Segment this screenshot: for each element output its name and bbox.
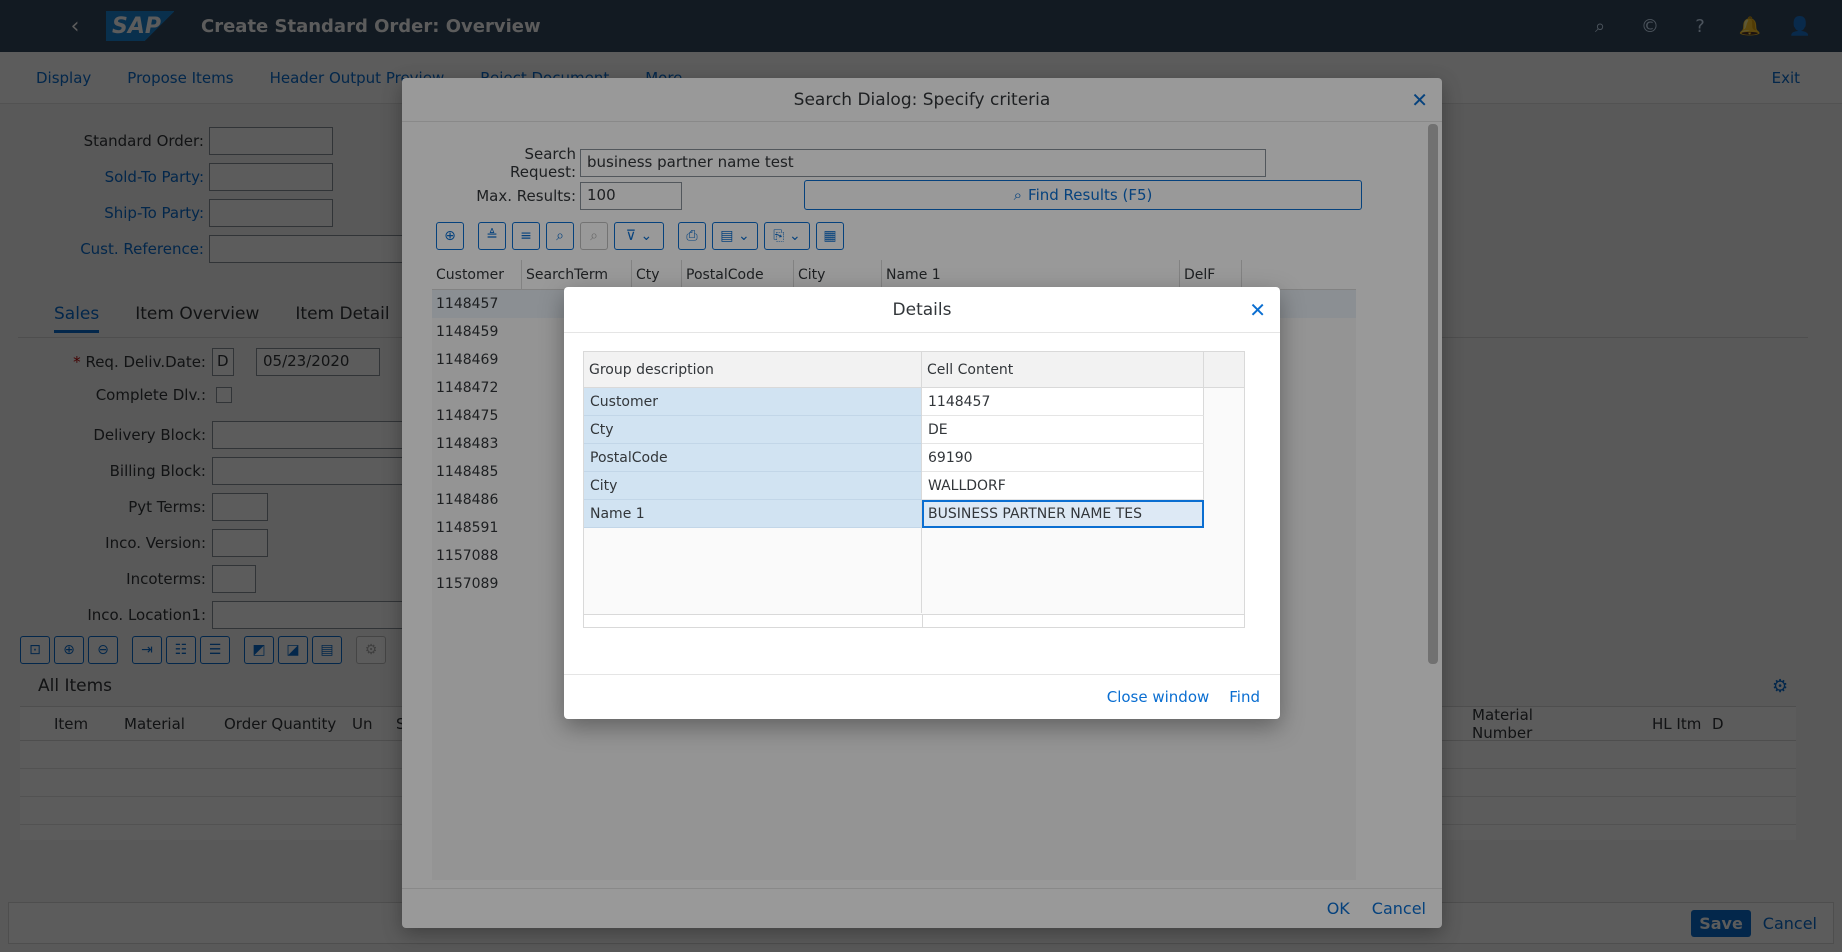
details-table: Group description Cell Content Customer … [583, 351, 1245, 628]
col-group-description[interactable]: Group description [584, 352, 922, 387]
details-dialog-title: Details [892, 299, 952, 320]
details-dialog: Details ✕ Group description Cell Content… [564, 287, 1280, 719]
table-row[interactable]: City WALLDORF [584, 472, 1244, 500]
table-row[interactable]: Cty DE [584, 416, 1244, 444]
col-cell-content[interactable]: Cell Content [922, 352, 1204, 387]
table-row[interactable]: Customer 1148457 [584, 388, 1244, 416]
find-button[interactable]: Find [1229, 688, 1260, 706]
table-row[interactable]: Name 1 BUSINESS PARTNER NAME TES [584, 500, 1244, 528]
close-icon[interactable]: ✕ [1249, 298, 1266, 322]
close-window-button[interactable]: Close window [1107, 688, 1210, 706]
table-row[interactable]: PostalCode 69190 [584, 444, 1244, 472]
